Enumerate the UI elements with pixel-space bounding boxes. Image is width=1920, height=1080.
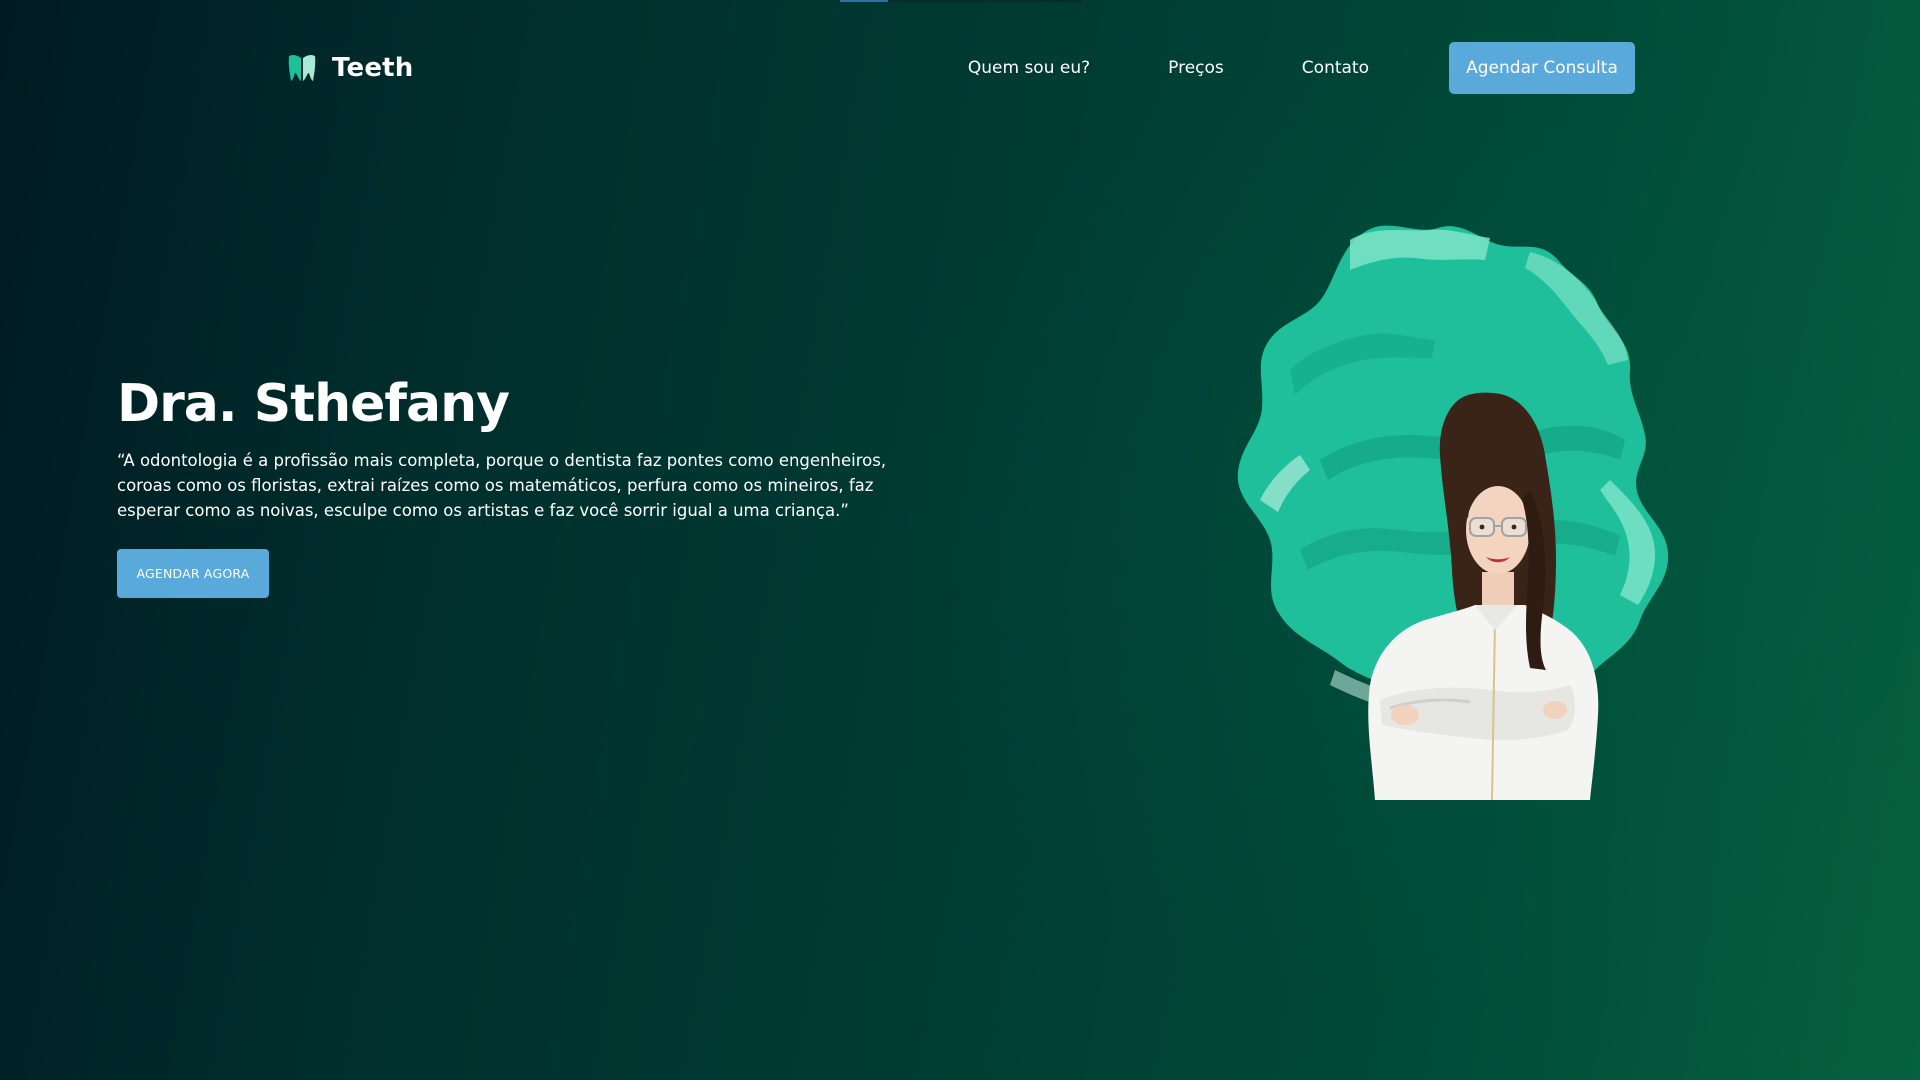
top-scroll-indicator-active <box>840 0 888 2</box>
nav-link-precos[interactable]: Preços <box>1168 58 1224 78</box>
hero-image <box>1200 200 1760 800</box>
brand-name: Teeth <box>332 53 414 83</box>
nav-link-contato[interactable]: Contato <box>1302 58 1369 78</box>
hero-section: Dra. Sthefany “A odontologia é a profiss… <box>117 372 937 598</box>
main-nav: Quem sou eu? Preços Contato Agendar Cons… <box>968 42 1635 94</box>
top-scroll-indicator <box>840 0 1082 2</box>
tooth-icon <box>286 52 318 84</box>
doctor-portrait-illustration <box>1237 225 1669 800</box>
schedule-consultation-button[interactable]: Agendar Consulta <box>1449 42 1635 94</box>
brand-logo-link[interactable]: Teeth <box>286 52 414 84</box>
nav-link-quem-sou-eu[interactable]: Quem sou eu? <box>968 58 1090 78</box>
site-header: Teeth Quem sou eu? Preços Contato Agenda… <box>286 42 1635 94</box>
hero-title: Dra. Sthefany <box>117 374 510 434</box>
schedule-now-button[interactable]: AGENDAR AGORA <box>117 549 269 598</box>
hero-quote: “A odontologia é a profissão mais comple… <box>117 451 887 520</box>
